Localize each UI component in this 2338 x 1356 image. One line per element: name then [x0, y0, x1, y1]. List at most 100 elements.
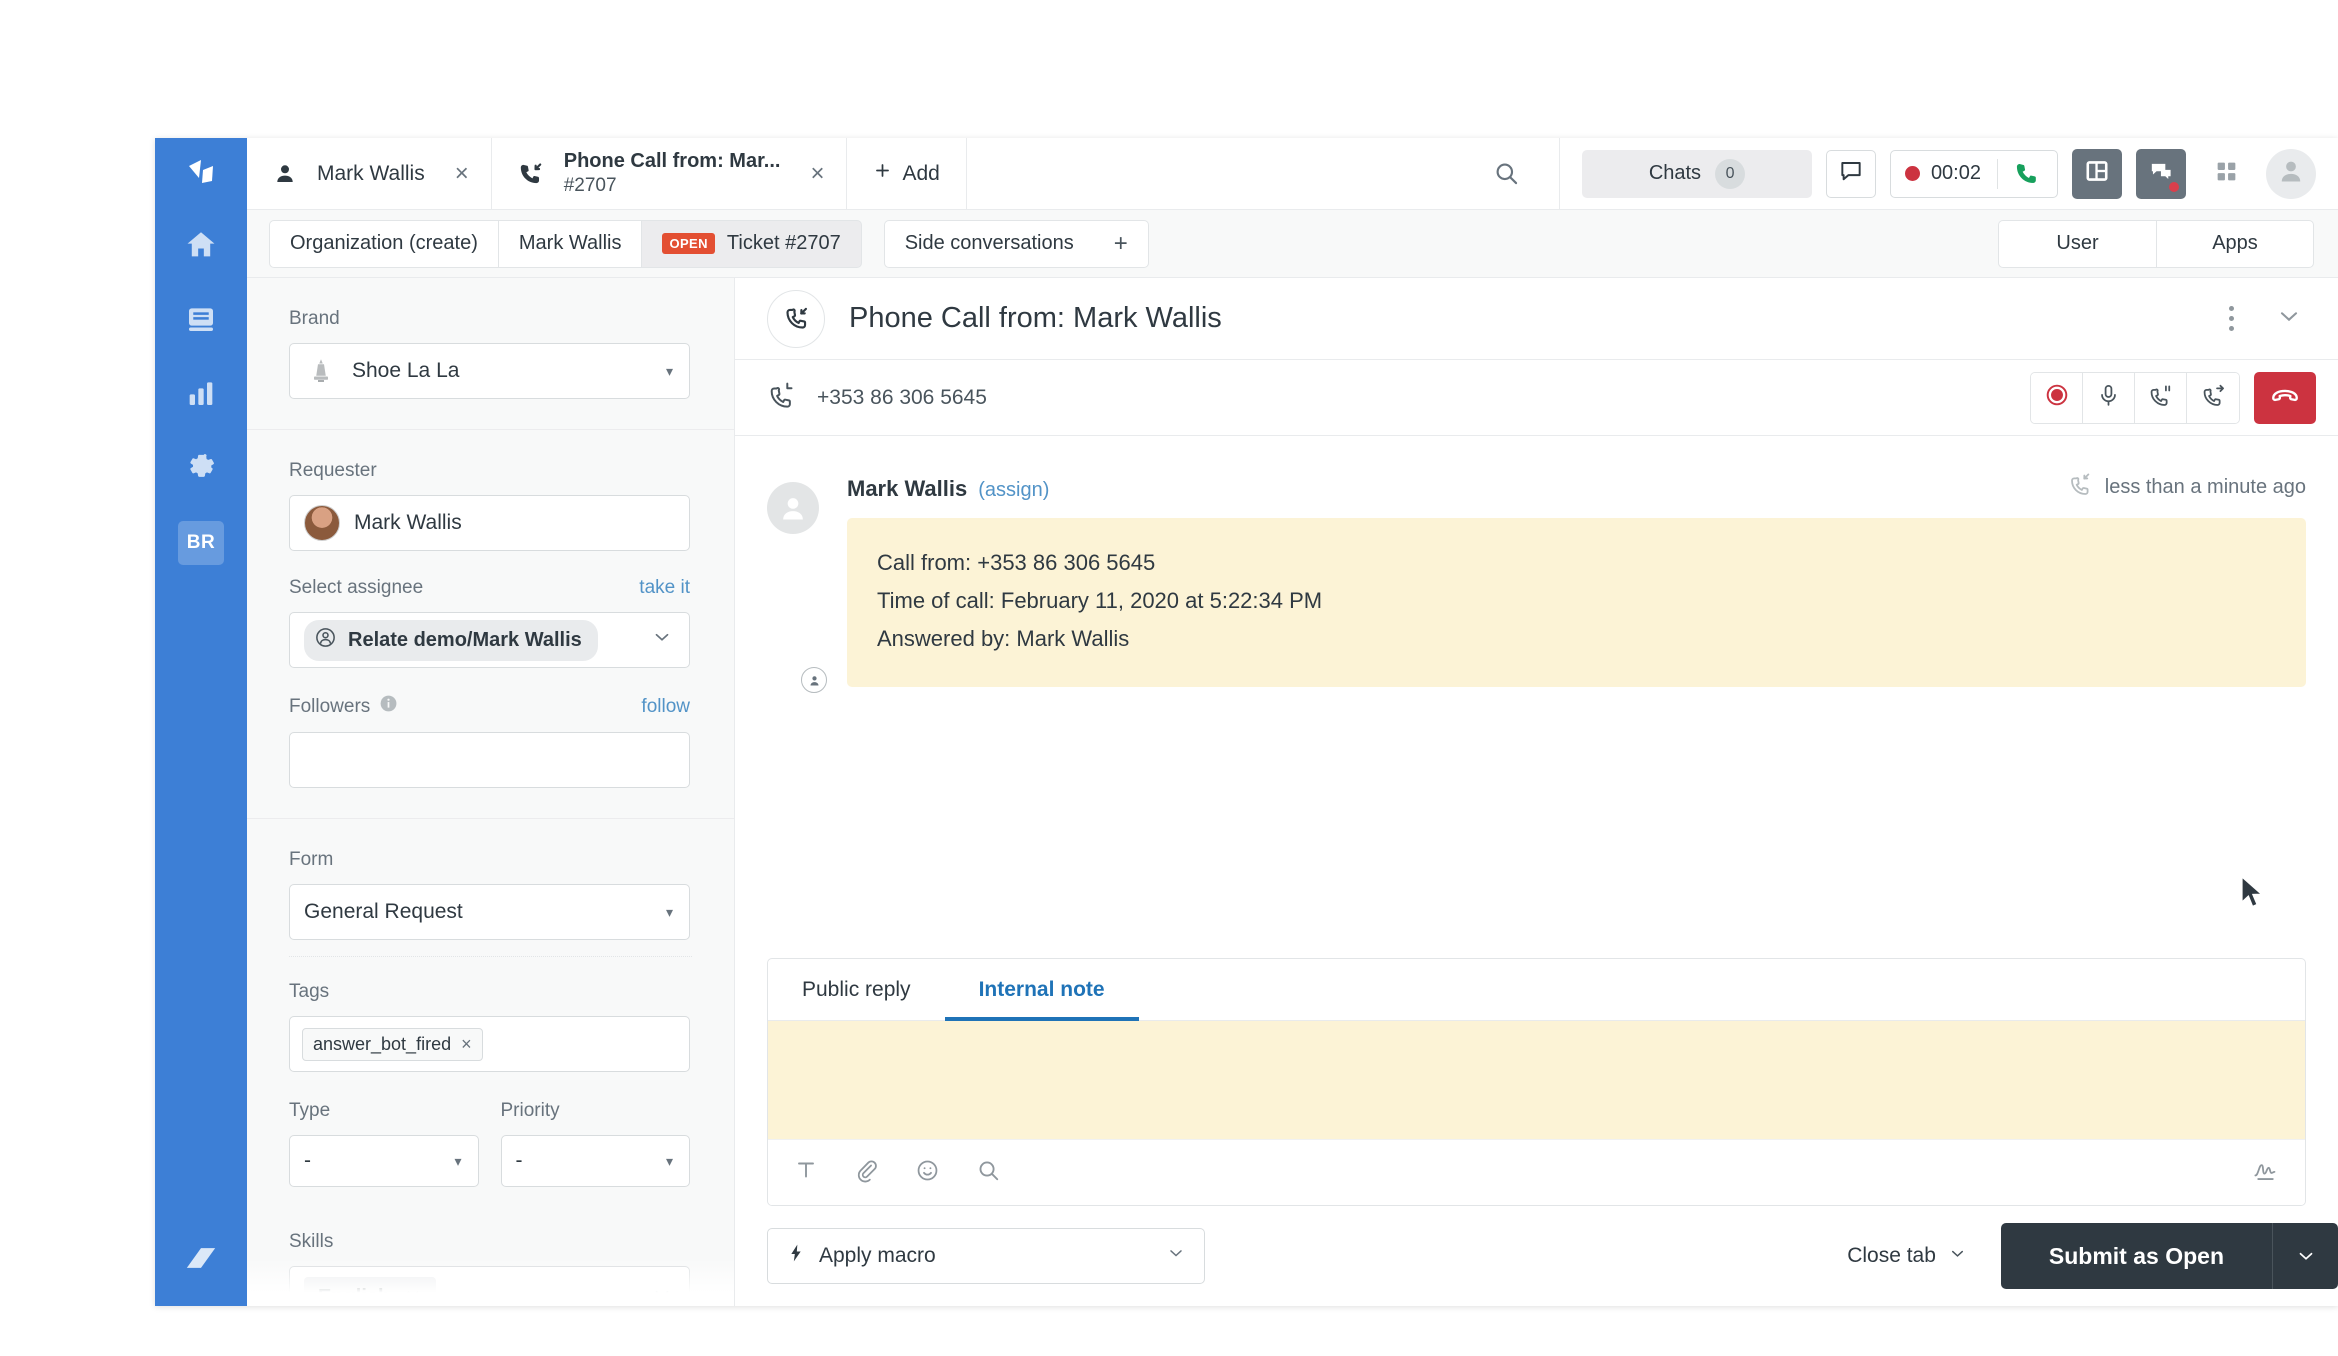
bar-chart-icon — [185, 377, 217, 414]
followers-input[interactable] — [289, 732, 690, 788]
avatar — [767, 482, 819, 534]
brand-select[interactable]: Shoe La La ▾ — [289, 343, 690, 399]
type-select[interactable]: - ▾ — [289, 1135, 479, 1187]
mute-button[interactable] — [2083, 372, 2135, 423]
close-icon[interactable]: × — [810, 161, 824, 186]
workspace-body: Brand Shoe La La ▾ Requester Mark Wallis… — [247, 278, 2338, 1306]
requester-value: Mark Wallis — [354, 511, 462, 534]
tab-user[interactable]: User — [1998, 219, 2156, 268]
record-button[interactable] — [2031, 372, 2083, 423]
type-label: Type — [289, 1100, 331, 1121]
side-conversations-button[interactable]: Side conversations — [883, 219, 1094, 268]
tab-apps[interactable]: Apps — [2156, 219, 2314, 268]
take-it-link[interactable]: take it — [639, 577, 690, 599]
ticket-header-actions — [2221, 298, 2310, 339]
requester-label: Requester — [289, 460, 377, 481]
breadcrumb-label: Organization (create) — [290, 232, 478, 254]
tags-section: Tags answer_bot_fired × — [247, 957, 734, 1082]
breadcrumb-ticket[interactable]: OPEN Ticket #2707 — [641, 219, 862, 268]
phone-handset-icon[interactable] — [1998, 160, 2057, 187]
type-priority-section: Type - ▾ Priority - ▾ — [247, 1082, 734, 1207]
skill-chip[interactable]: English — [304, 1277, 437, 1306]
tab-title: Phone Call from: Mar... — [563, 150, 781, 172]
follow-link[interactable]: follow — [641, 696, 690, 718]
sidebar-item-reporting[interactable] — [155, 358, 247, 432]
ticket-header: Phone Call from: Mark Wallis — [735, 278, 2338, 360]
close-icon[interactable]: × — [461, 1034, 472, 1055]
form-select[interactable]: General Request ▾ — [289, 884, 690, 940]
assign-link[interactable]: (assign) — [978, 479, 1049, 502]
assignee-label-row: Select assignee take it — [289, 577, 690, 599]
skills-select[interactable]: English — [289, 1266, 690, 1306]
tags-input[interactable]: answer_bot_fired × — [289, 1016, 690, 1072]
type-value: - — [304, 1149, 311, 1172]
message-button[interactable] — [1825, 149, 1876, 198]
close-icon[interactable]: × — [455, 161, 469, 186]
agent-icon — [314, 626, 337, 655]
people-section: Requester Mark Wallis Select assignee ta… — [247, 430, 734, 819]
chat-panel-button[interactable] — [2136, 148, 2186, 199]
paperclip-icon — [854, 1158, 879, 1188]
hangup-button[interactable] — [2254, 371, 2316, 424]
panel-layout-icon — [2083, 157, 2111, 190]
tag-chip[interactable]: answer_bot_fired × — [302, 1027, 483, 1061]
chevron-down-icon[interactable] — [2276, 303, 2302, 334]
layout-toggle-button[interactable] — [2072, 148, 2122, 199]
apps-grid-button[interactable] — [2200, 148, 2252, 200]
zendesk-logo-icon[interactable] — [155, 138, 247, 210]
user-icon — [273, 162, 297, 186]
search-articles-button[interactable] — [976, 1158, 1001, 1188]
call-control-group — [2030, 371, 2240, 424]
close-tab-button[interactable]: Close tab — [1847, 1244, 1967, 1269]
chats-label: Chats — [1648, 162, 1702, 184]
priority-select[interactable]: - ▾ — [500, 1135, 690, 1187]
microphone-icon — [2096, 383, 2121, 413]
transfer-button[interactable] — [2187, 372, 2239, 423]
zendesk-mark-icon[interactable] — [155, 1210, 247, 1306]
add-tab-button[interactable]: Add — [847, 138, 967, 209]
internal-note-content: Call from: +353 86 306 5645 Time of call… — [847, 518, 2306, 688]
emoji-button[interactable] — [915, 1158, 940, 1188]
breadcrumb-organization[interactable]: Organization (create) — [269, 219, 498, 268]
tabbar-search-area — [966, 138, 1560, 209]
assignee-select[interactable]: Relate demo/Mark Wallis — [289, 612, 690, 668]
call-timer-text: 00:02 — [1930, 162, 1981, 184]
breadcrumb-user[interactable]: Mark Wallis — [497, 219, 642, 268]
submit-button[interactable]: Submit as Open — [2000, 1223, 2272, 1289]
tab-internal-note[interactable]: Internal note — [944, 959, 1139, 1021]
sidebar-item-admin[interactable] — [155, 432, 247, 506]
app-shell: Mark Wallis × Phone Call from: Mar... #2… — [247, 138, 2338, 1306]
info-icon[interactable] — [379, 694, 398, 719]
chats-button[interactable]: Chats 0 — [1581, 149, 1812, 198]
signature-button[interactable] — [2252, 1157, 2279, 1189]
apps-grid-icon — [2214, 159, 2239, 189]
text-format-button[interactable] — [794, 1158, 818, 1187]
requester-select[interactable]: Mark Wallis — [289, 495, 690, 551]
submit-options-button[interactable] — [2272, 1223, 2338, 1289]
attach-button[interactable] — [854, 1158, 879, 1188]
type-priority-row: Type - ▾ Priority - ▾ — [289, 1100, 690, 1187]
active-call-widget[interactable]: 00:02 — [1889, 149, 2058, 198]
sidebar-item-views[interactable] — [155, 284, 247, 358]
tab-phone-call[interactable]: Phone Call from: Mar... #2707 × — [491, 138, 848, 209]
tab-mark-wallis[interactable]: Mark Wallis × — [247, 138, 492, 209]
hold-button[interactable] — [2135, 372, 2187, 423]
sidebar-item-home[interactable] — [155, 210, 247, 284]
assignee-value: Relate demo/Mark Wallis — [348, 628, 582, 651]
sidebar-item-brand-badge[interactable]: BR — [155, 506, 247, 580]
comment-header: Mark Wallis (assign) less than a minute … — [847, 472, 2306, 502]
priority-field: Priority - ▾ — [500, 1100, 690, 1187]
composer-textarea[interactable] — [768, 1021, 2305, 1139]
form-value: General Request — [304, 900, 463, 923]
lightning-icon — [786, 1242, 806, 1270]
incoming-call-icon — [2068, 472, 2092, 502]
composer-wrapper: Public reply Internal note — [735, 958, 2338, 1206]
tab-title: Mark Wallis — [317, 161, 425, 185]
apply-macro-select[interactable]: Apply macro — [767, 1228, 1205, 1284]
form-section: Form General Request ▾ — [247, 819, 734, 956]
user-avatar-button[interactable] — [2266, 148, 2316, 199]
more-options-icon[interactable] — [2221, 298, 2242, 339]
search-icon[interactable] — [1481, 148, 1533, 200]
tab-public-reply[interactable]: Public reply — [768, 959, 945, 1020]
add-side-conversation-button[interactable]: + — [1093, 219, 1149, 268]
